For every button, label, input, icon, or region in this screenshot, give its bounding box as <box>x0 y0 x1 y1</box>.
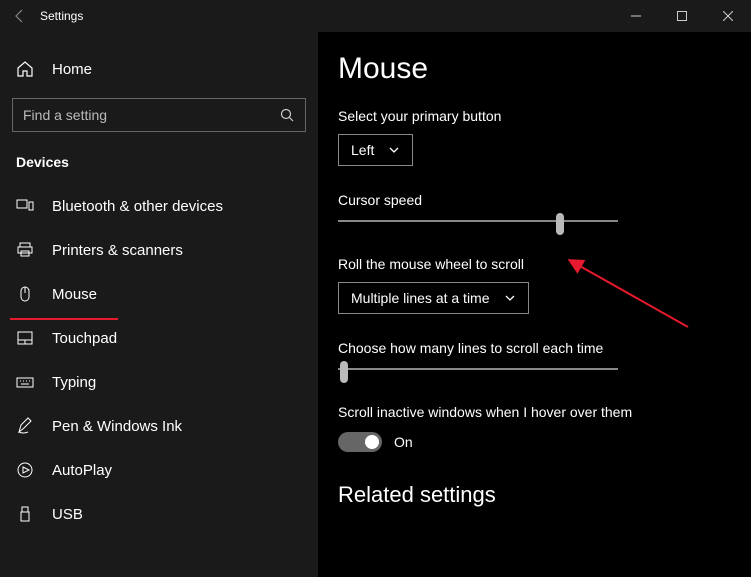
sidebar-item-touchpad[interactable]: Touchpad <box>0 316 318 360</box>
primary-button-label: Select your primary button <box>338 108 731 124</box>
sidebar-item-typing[interactable]: Typing <box>0 360 318 404</box>
sidebar-item-label: Printers & scanners <box>52 242 183 259</box>
devices-icon <box>16 197 34 215</box>
usb-icon <box>16 505 34 523</box>
chevron-down-icon <box>504 292 516 304</box>
autoplay-icon <box>16 461 34 479</box>
sidebar-item-label: Pen & Windows Ink <box>52 418 182 435</box>
lines-scroll-slider[interactable] <box>338 368 618 370</box>
keyboard-icon <box>16 373 34 391</box>
pen-icon <box>16 417 34 435</box>
touchpad-icon <box>16 329 34 347</box>
main-content: Mouse Select your primary button Left Cu… <box>318 32 751 577</box>
sidebar-item-label: Touchpad <box>52 330 117 347</box>
app-title: Settings <box>40 9 83 23</box>
home-nav[interactable]: Home <box>0 52 318 98</box>
cursor-speed-label: Cursor speed <box>338 192 731 208</box>
sidebar-item-printers[interactable]: Printers & scanners <box>0 228 318 272</box>
dropdown-value: Left <box>351 142 374 158</box>
search-icon <box>279 107 295 123</box>
close-button[interactable] <box>705 0 751 32</box>
sidebar-item-usb[interactable]: USB <box>0 492 318 536</box>
inactive-scroll-toggle[interactable] <box>338 432 382 452</box>
slider-thumb[interactable] <box>556 213 564 235</box>
sidebar-item-label: AutoPlay <box>52 462 112 479</box>
lines-scroll-label: Choose how many lines to scroll each tim… <box>338 340 731 356</box>
back-button[interactable] <box>0 8 40 24</box>
home-label: Home <box>52 61 92 78</box>
cursor-speed-slider[interactable] <box>338 220 618 222</box>
wheel-scroll-dropdown[interactable]: Multiple lines at a time <box>338 282 529 314</box>
search-input[interactable] <box>23 107 279 123</box>
minimize-button[interactable] <box>613 0 659 32</box>
dropdown-value: Multiple lines at a time <box>351 290 490 306</box>
home-icon <box>16 60 34 78</box>
mouse-icon <box>16 285 34 303</box>
maximize-button[interactable] <box>659 0 705 32</box>
slider-thumb[interactable] <box>340 361 348 383</box>
sidebar-item-autoplay[interactable]: AutoPlay <box>0 448 318 492</box>
sidebar-item-label: Bluetooth & other devices <box>52 198 223 215</box>
printer-icon <box>16 241 34 259</box>
wheel-scroll-label: Roll the mouse wheel to scroll <box>338 256 731 272</box>
sidebar: Home Devices Bluetooth & other devices P… <box>0 32 318 577</box>
sidebar-item-pen[interactable]: Pen & Windows Ink <box>0 404 318 448</box>
primary-button-dropdown[interactable]: Left <box>338 134 413 166</box>
title-bar: Settings <box>0 0 751 32</box>
search-box[interactable] <box>12 98 306 132</box>
sidebar-item-label: Mouse <box>52 286 97 303</box>
page-title: Mouse <box>338 52 731 86</box>
sidebar-item-bluetooth[interactable]: Bluetooth & other devices <box>0 184 318 228</box>
related-settings-heading: Related settings <box>338 482 731 508</box>
chevron-down-icon <box>388 144 400 156</box>
sidebar-item-label: Typing <box>52 374 96 391</box>
sidebar-item-label: USB <box>52 506 83 523</box>
inactive-scroll-label: Scroll inactive windows when I hover ove… <box>338 404 731 420</box>
sidebar-item-mouse[interactable]: Mouse <box>0 272 318 316</box>
toggle-knob <box>365 435 379 449</box>
toggle-state: On <box>394 434 413 450</box>
sidebar-category: Devices <box>0 150 318 184</box>
